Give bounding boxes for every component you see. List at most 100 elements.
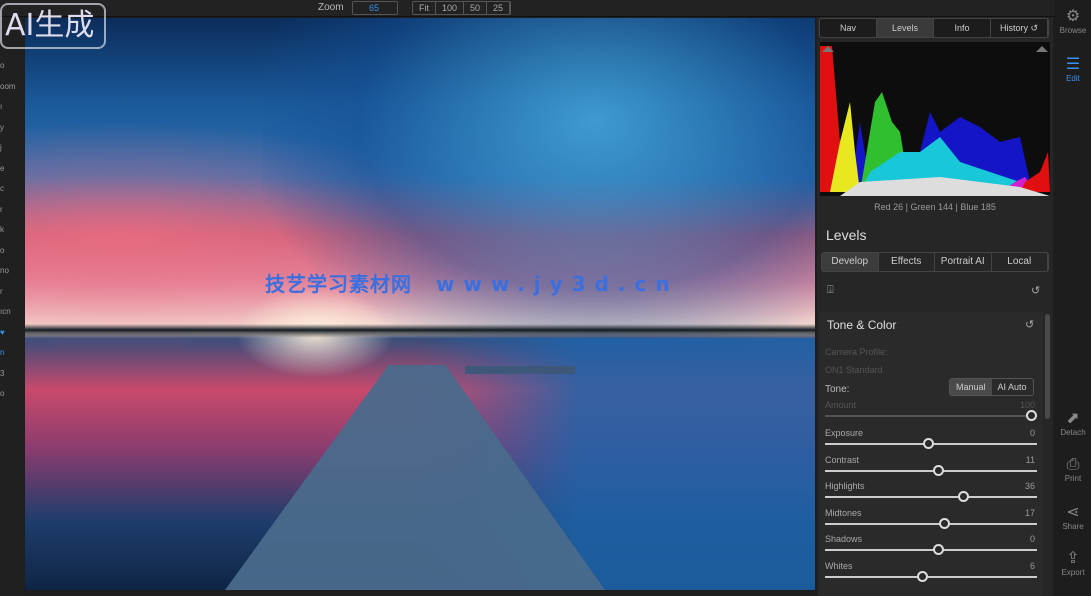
left-tool-item[interactable]: k [0,225,4,234]
slider-label: Whites [825,561,853,571]
slider-shadows[interactable]: Shadows 0 [825,534,1039,560]
section-title: Tone & Color [827,318,896,332]
camera-profile-value[interactable]: ON1 Standard [825,365,883,375]
histogram [820,42,1050,196]
slider-label: Highlights [825,481,865,491]
module-label: Browse [1060,26,1087,35]
top-toolbar: Zoom 65 Fit 100 50 25 [0,0,1091,17]
tone-ai-auto-button[interactable]: AI Auto [992,379,1033,395]
tab-levels[interactable]: Levels [877,19,934,37]
slider-midtones[interactable]: Midtones 17 [825,508,1039,534]
left-tool-strip: o oom ı y j e c r k o no r ıcn ♥ n 3 o [0,17,24,596]
left-tool-item[interactable]: o [0,61,4,70]
module-share[interactable]: ⋖Share [1055,502,1091,531]
left-tool-item[interactable]: y [0,123,4,132]
module-browse[interactable]: ⚙Browse [1055,6,1091,35]
slider-knob[interactable] [933,465,944,476]
tab-effects[interactable]: Effects [879,253,936,271]
module-export[interactable]: ⇪Export [1055,548,1091,577]
tab-nav[interactable]: Nav [820,19,877,37]
slider-track[interactable] [825,470,1037,472]
slider-track[interactable] [825,415,1037,417]
tone-manual-button[interactable]: Manual [950,379,992,395]
left-tool-item[interactable]: 3 [0,369,4,378]
tone-color-section: Tone & Color ↺ Camera Profile: ON1 Stand… [819,312,1043,596]
left-tool-item[interactable]: ı [0,102,2,111]
photo-canvas[interactable] [25,18,815,590]
module-label: Detach [1060,428,1085,437]
slider-label: Shadows [825,534,862,544]
share-icon: ⋖ [1055,502,1091,522]
module-label: Share [1062,522,1083,531]
slider-value: 11 [1026,455,1035,465]
module-print[interactable]: ⎙Print [1055,456,1091,483]
module-tabs: Develop Effects Portrait AI Local [821,252,1049,272]
zoom-fit-button[interactable]: Fit [413,2,436,14]
slider-exposure[interactable]: Exposure 0 [825,428,1039,454]
zoom-25-button[interactable]: 25 [487,2,510,14]
slider-contrast[interactable]: Contrast 11 [825,455,1039,481]
slider-value: 17 [1025,508,1035,518]
left-tool-item[interactable]: o [0,246,4,255]
slider-label: Exposure [825,428,863,438]
tab-history[interactable]: History ↺ [991,19,1048,37]
left-tool-item[interactable]: no [0,266,9,275]
panel-scrollbar[interactable] [1045,314,1050,419]
tab-local[interactable]: Local [992,253,1049,271]
slider-knob[interactable] [1026,410,1037,421]
photo-side-dock [465,366,575,374]
module-label: Export [1061,568,1084,577]
left-tool-item[interactable]: c [0,184,4,193]
panel-tabs: Nav Levels Info History ↺ [819,18,1049,38]
tab-info[interactable]: Info [934,19,991,37]
left-tool-item[interactable]: e [0,164,4,173]
tone-mode-toggle: Manual AI Auto [949,378,1034,396]
slider-knob[interactable] [939,518,950,529]
left-tool-item[interactable]: ♥ [0,328,5,337]
slider-knob[interactable] [923,438,934,449]
left-tool-item[interactable]: ıcn [0,307,11,316]
slider-value: 0 [1030,534,1035,544]
slider-knob[interactable] [958,491,969,502]
zoom-presets: Fit 100 50 25 [412,1,511,15]
section-reset-icon[interactable]: ↺ [1025,318,1034,331]
left-tool-item[interactable]: r [0,287,3,296]
slider-track[interactable] [825,523,1037,525]
left-tool-item[interactable]: j [0,143,2,152]
module-detach[interactable]: ⬈Detach [1055,408,1091,437]
left-tool-item[interactable]: o [0,389,4,398]
slider-knob[interactable] [933,544,944,555]
tab-develop[interactable]: Develop [822,253,879,271]
slider-label: Amount [825,400,856,410]
module-label: Print [1065,474,1081,483]
amount-slider[interactable]: Amount 100 [825,400,1039,426]
slider-value: 0 [1030,428,1035,438]
reset-icon[interactable]: ↺ [1031,284,1040,297]
slider-track[interactable] [825,576,1037,578]
watermark: 技艺学习素材网www.jy3d.cn [265,268,679,297]
print-icon: ⎙ [1055,456,1091,474]
zoom-select[interactable]: 65 [352,1,398,15]
left-tool-item[interactable]: n [0,348,4,357]
module-label: Edit [1066,74,1080,83]
slider-label: Contrast [825,455,859,465]
slider-knob[interactable] [917,571,928,582]
slider-highlights[interactable]: Highlights36 [825,481,1039,507]
tab-portrait-ai[interactable]: Portrait AI [935,253,992,271]
slider-track[interactable] [825,496,1037,498]
camera-profile-label: Camera Profile: [825,347,888,357]
left-tool-item[interactable]: r [0,205,3,214]
slider-label: Midtones [825,508,862,518]
preset-export-icon[interactable]: ⍗ [827,284,834,297]
zoom-50-button[interactable]: 50 [464,2,487,14]
rgb-readout: Red 26 | Green 144 | Blue 185 [817,202,1053,212]
slider-whites[interactable]: Whites6 [825,561,1039,587]
export-icon: ⇪ [1055,548,1091,568]
module-edit[interactable]: ☰Edit [1055,54,1091,83]
slider-track[interactable] [825,549,1037,551]
slider-value: 100 [1020,400,1035,410]
left-tool-item[interactable]: oom [0,82,16,91]
right-module-strip: ⚙Browse ☰Edit ⬈Detach ⎙Print ⋖Share ⇪Export [1055,0,1091,596]
ai-generated-badge: AI生成 [0,3,106,49]
zoom-100-button[interactable]: 100 [436,2,464,14]
